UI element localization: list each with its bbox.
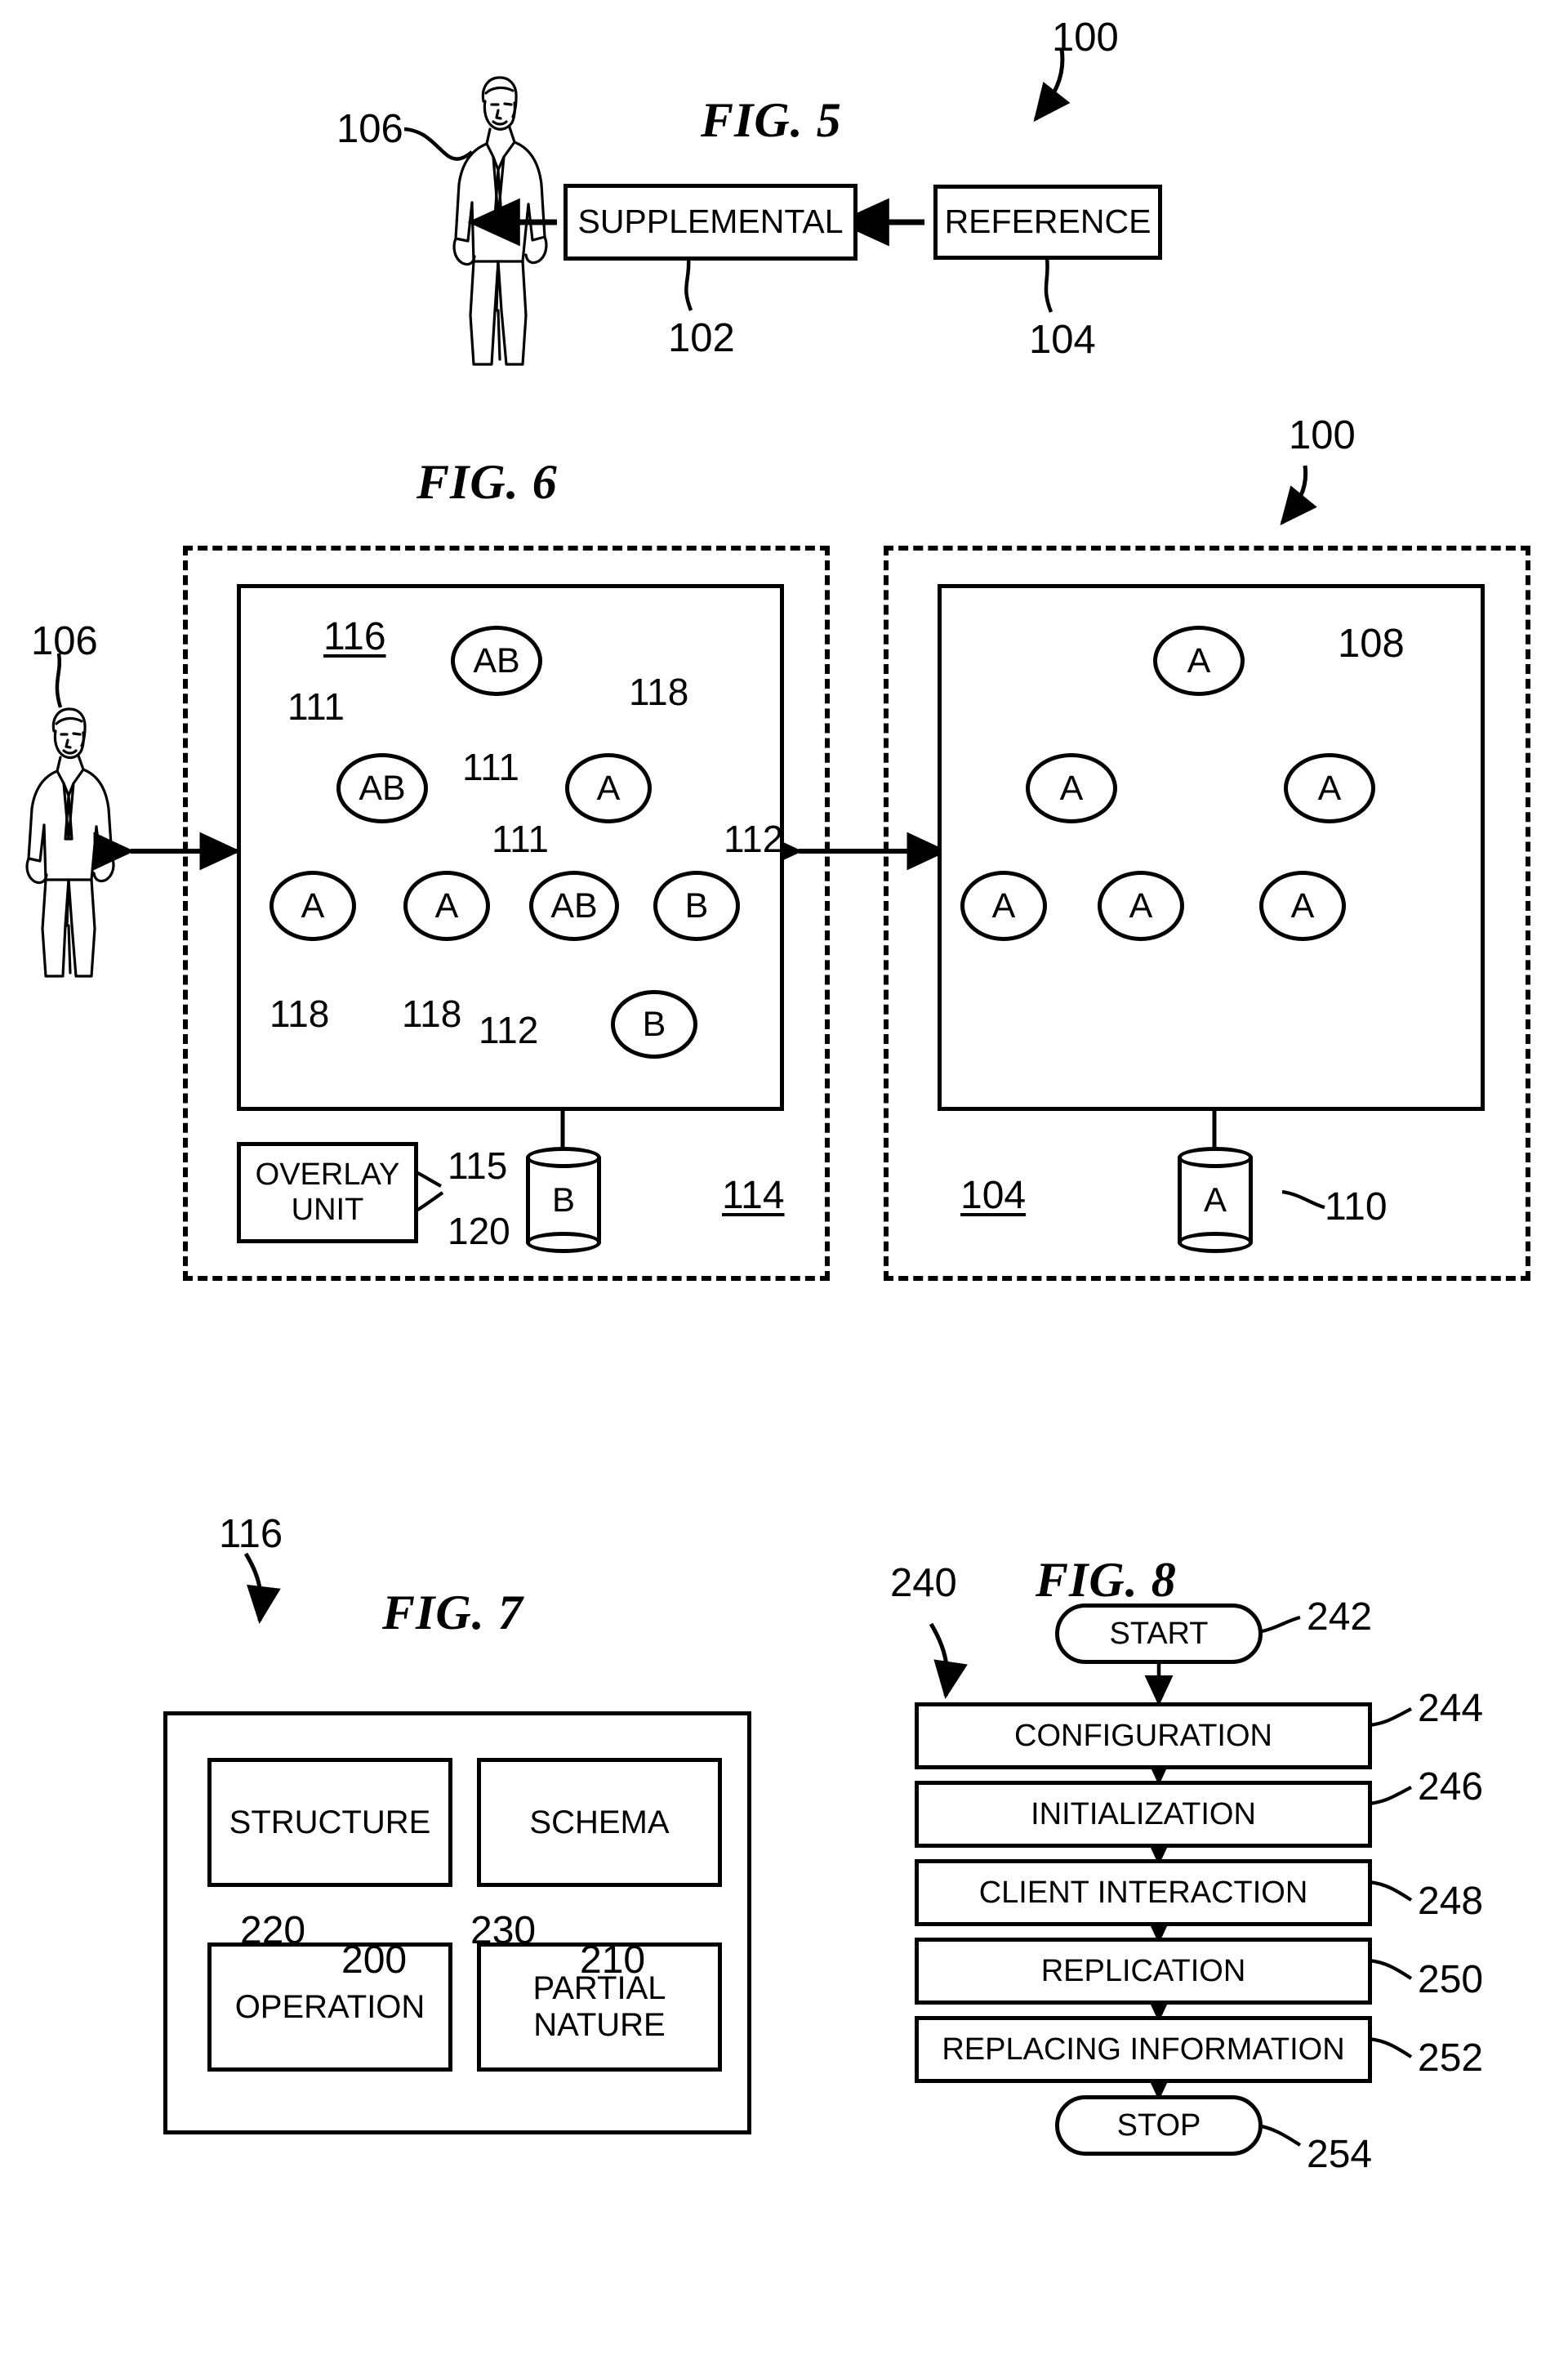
ref-104-fig6: 104 [960,1174,1027,1217]
ref-242: 242 [1307,1595,1373,1639]
ref-106-fig6: 106 [31,619,98,663]
flow-step-client-interaction[interactable]: CLIENT INTERACTION [915,1859,1372,1926]
operation-cell[interactable]: OPERATION [207,1942,452,2072]
ref-118-c: 118 [402,992,462,1035]
flow-step-initialization[interactable]: INITIALIZATION [915,1781,1372,1848]
ref-111-a: 111 [287,685,345,728]
tree-node-l2-0-left[interactable]: AB [336,753,428,823]
tree-node-l2-0-right[interactable]: A [1026,753,1117,823]
structure-cell[interactable]: STRUCTURE [207,1758,452,1887]
ref-102: 102 [668,316,735,360]
ref-118-b: 118 [270,992,330,1035]
database-b-label: B [551,1180,575,1219]
ref-104-fig5: 104 [1029,318,1096,362]
flow-step-replication[interactable]: REPLICATION [915,1938,1372,2005]
flow-step-replacing-information[interactable]: REPLACING INFORMATION [915,2016,1372,2083]
patent-drawing-sheet: FIG. 5 100 106 SUPPLEMENTAL 102 REFERENC… [0,0,1568,2364]
flow-step-stop[interactable]: STOP [1055,2095,1263,2156]
ref-111-c: 111 [492,818,549,860]
tree-node-l3-1-left[interactable]: A [403,871,490,941]
tree-node-l3-3-left[interactable]: B [653,871,740,941]
ref-106-fig5: 106 [336,107,403,151]
user-person-fig6 [16,698,122,980]
schema-cell[interactable]: SCHEMA [477,1758,722,1887]
tree-node-l3-0-right[interactable]: A [960,871,1047,941]
tree-node-l2-1-left[interactable]: A [565,753,652,823]
tree-node-l3-1-right[interactable]: A [1098,871,1184,941]
ref-200: 200 [341,1938,408,1982]
ref-220: 220 [240,1909,306,1952]
database-a-label: A [1203,1180,1227,1219]
ref-118-a: 118 [629,671,689,713]
figure-title-fig8: FIG. 8 [1036,1553,1177,1607]
callout-arrow-100-fig6 [1280,465,1317,526]
tree-node-root-right[interactable]: A [1153,626,1245,696]
ref-110: 110 [1325,1185,1388,1229]
figure-title-fig6: FIG. 6 [416,455,558,509]
ref-210: 210 [580,1938,646,1982]
database-cylinder-b[interactable]: B [526,1147,601,1253]
ref-252: 252 [1418,2036,1484,2080]
overlay-unit-box[interactable]: OVERLAY UNIT [237,1142,418,1243]
ref-116-fig7: 116 [219,1512,283,1556]
ref-108: 108 [1338,622,1405,666]
ref-250: 250 [1418,1958,1484,2001]
user-person-fig5 [441,65,555,368]
ref-116-fig6: 116 [323,615,386,658]
ref-246: 246 [1418,1765,1484,1809]
reference-box[interactable]: REFERENCE [933,185,1162,260]
callout-arrow-240 [929,1622,968,1699]
ref-120: 120 [448,1210,510,1252]
leader-104-fig5 [1044,257,1054,313]
tree-node-l3-2-left[interactable]: AB [529,871,619,941]
database-cylinder-a[interactable]: A [1178,1147,1253,1253]
ref-230: 230 [470,1909,537,1952]
ref-100-fig6: 100 [1289,413,1356,457]
figure-title-fig5: FIG. 5 [701,93,842,147]
ref-244: 244 [1418,1687,1484,1730]
ref-111-b: 111 [462,746,519,788]
tree-node-root-left[interactable]: AB [451,626,542,696]
ref-248: 248 [1418,1880,1484,1923]
tree-node-l4-0-left[interactable]: B [611,990,697,1059]
figure-title-fig7: FIG. 7 [382,1586,523,1639]
flow-step-configuration[interactable]: CONFIGURATION [915,1702,1372,1769]
leader-102 [684,257,693,311]
ref-112-a: 112 [724,818,784,860]
supplemental-box[interactable]: SUPPLEMENTAL [564,184,858,261]
ref-114: 114 [722,1174,785,1217]
tree-node-l3-2-right[interactable]: A [1259,871,1346,941]
ref-115: 115 [448,1144,508,1187]
ref-254: 254 [1307,2133,1373,2176]
ref-112-b: 112 [479,1009,539,1051]
tree-node-l3-0-left[interactable]: A [270,871,356,941]
flow-step-start[interactable]: START [1055,1604,1263,1664]
callout-arrow-116-fig7 [243,1552,281,1624]
tree-node-l2-1-right[interactable]: A [1284,753,1375,823]
ref-100-fig5: 100 [1052,16,1119,60]
ref-240: 240 [890,1561,957,1605]
